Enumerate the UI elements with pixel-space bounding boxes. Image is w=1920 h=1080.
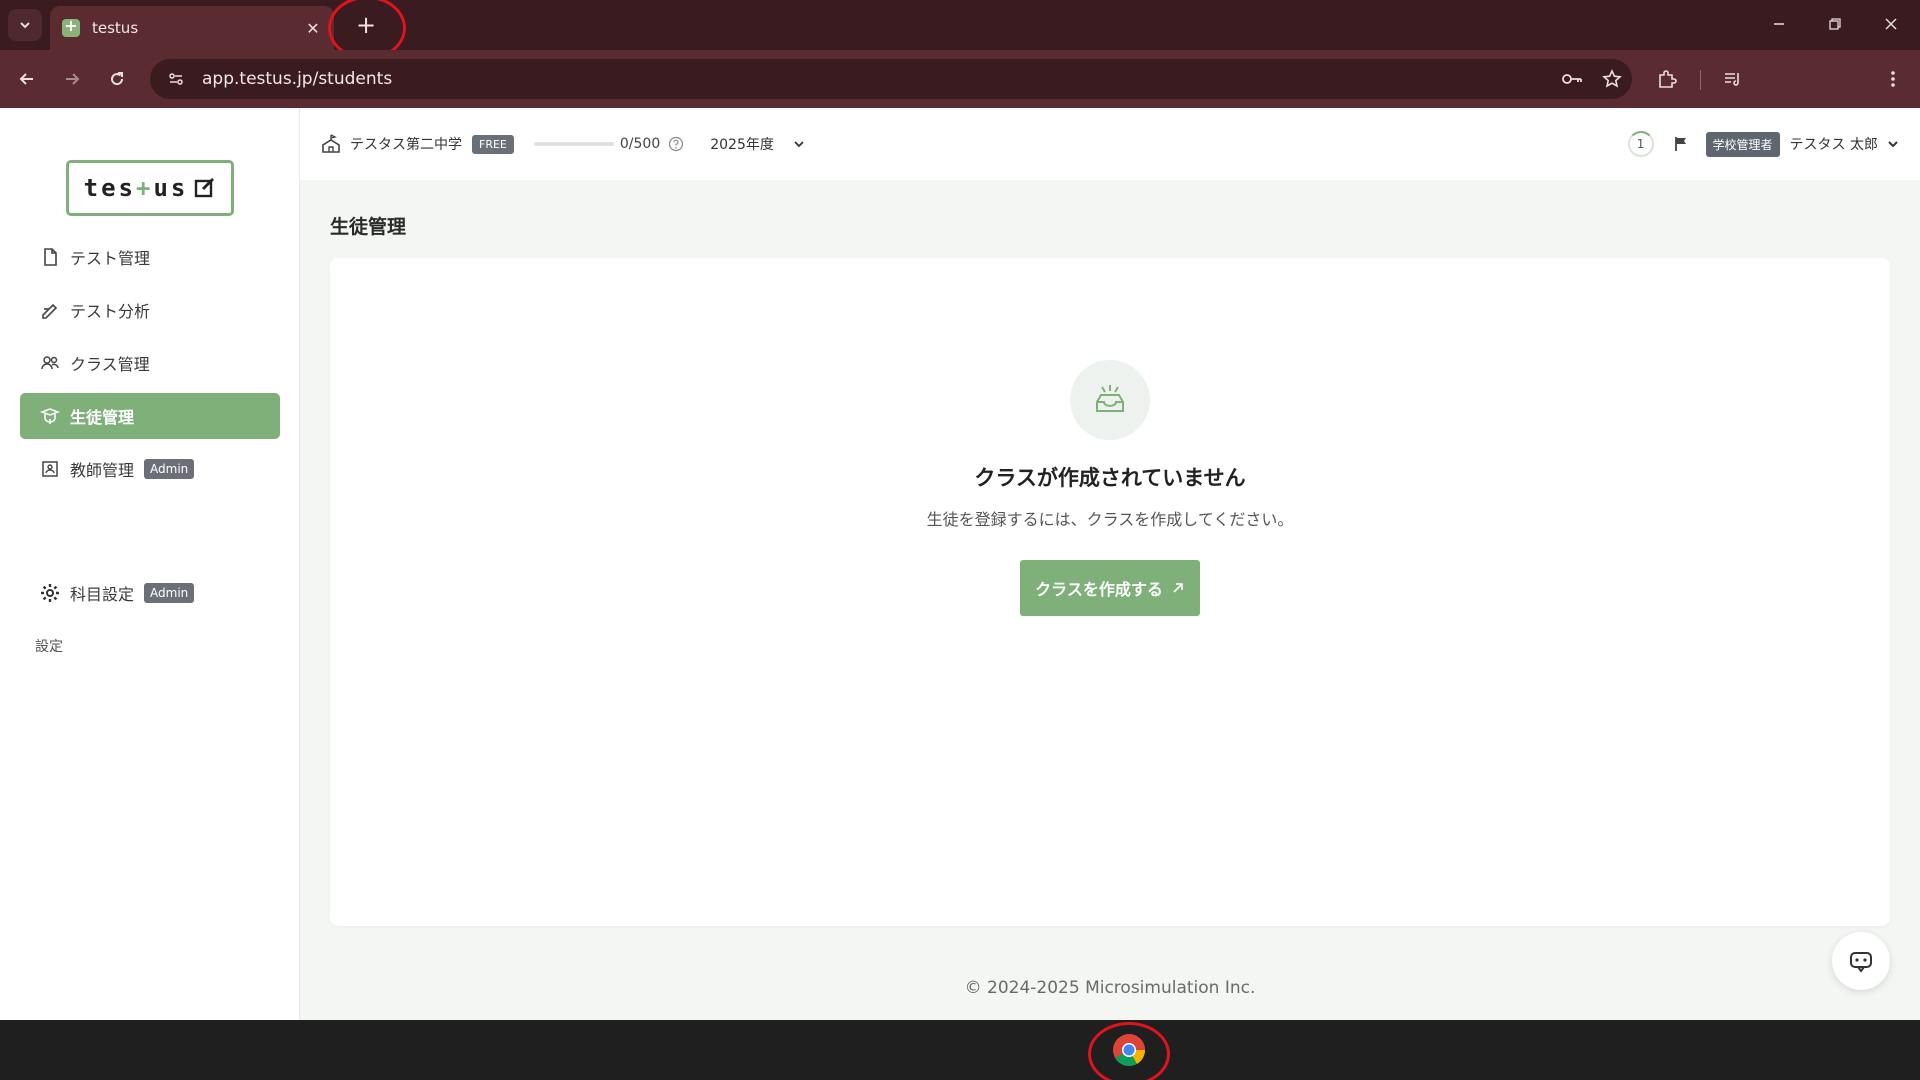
- teacher-icon: [42, 461, 58, 477]
- arrow-right-icon: [66, 73, 80, 85]
- playlist-icon: [1725, 73, 1739, 86]
- arrow-left-icon: [19, 73, 33, 85]
- help-icon[interactable]: [668, 136, 684, 152]
- browser-menu-button[interactable]: [1874, 63, 1912, 95]
- sidebar-item-label: クラス管理: [70, 355, 150, 374]
- edit-icon: [195, 178, 215, 198]
- empty-inbox-icon: [1096, 385, 1124, 412]
- admin-badge: Admin: [144, 459, 195, 479]
- back-button[interactable]: [10, 63, 44, 95]
- tab-search-button[interactable]: [8, 9, 42, 41]
- extensions-button[interactable]: [1648, 63, 1686, 95]
- annotation-circle-chrome: [1088, 1022, 1170, 1080]
- address-bar[interactable]: app.testus.jp/students: [150, 59, 1632, 99]
- logo-text-plus: +: [136, 174, 154, 202]
- admin-badge: Admin: [144, 583, 195, 603]
- student-icon: [40, 408, 60, 424]
- sidebar: tes+us テスト管理 テスト分析 クラス管理 生徒管理 教師管理 Admin…: [0, 108, 300, 1020]
- more-vertical-icon: [1891, 71, 1895, 87]
- restore-icon: [1829, 18, 1841, 30]
- notification-count: 1: [1636, 137, 1645, 151]
- close-window-button[interactable]: [1864, 8, 1918, 40]
- school-name: テスタス第二中学: [350, 137, 462, 153]
- user-name[interactable]: テスタス 太郎: [1790, 134, 1878, 154]
- tab-close-icon[interactable]: ✕: [304, 19, 322, 38]
- sidebar-item-test-analysis[interactable]: テスト分析: [20, 287, 280, 333]
- settings-section-label: 設定: [35, 639, 63, 655]
- group-icon: [41, 356, 59, 370]
- flag-icon[interactable]: [1672, 135, 1690, 153]
- testus-favicon-icon: [62, 16, 80, 37]
- role-badge: 学校管理者: [1705, 131, 1780, 157]
- create-class-button[interactable]: クラスを作成する: [1020, 560, 1200, 616]
- empty-state-icon-circle: [1070, 360, 1150, 440]
- sidebar-item-class-management[interactable]: クラス管理: [20, 340, 280, 386]
- browser-toolbar: app.testus.jp/students: [0, 50, 1920, 108]
- logo-text-part2: us: [153, 174, 189, 202]
- forward-button[interactable]: [55, 63, 89, 95]
- browser-tab-bar: testus ✕ +: [0, 0, 1920, 60]
- reload-icon: [111, 72, 124, 86]
- logo-text: tes+us: [84, 174, 189, 202]
- year-select[interactable]: 2025年度: [710, 134, 806, 154]
- external-arrow-icon: [1173, 583, 1183, 593]
- sidebar-item-test-management[interactable]: テスト管理: [20, 234, 280, 280]
- sidebar-item-label: 科目設定: [70, 585, 135, 604]
- empty-state-title: クラスが作成されていません: [974, 466, 1246, 490]
- sidebar-item-label: 生徒管理: [70, 408, 135, 427]
- tab-title: testus: [92, 19, 139, 37]
- os-taskbar: [0, 1020, 1920, 1080]
- restore-button[interactable]: [1808, 8, 1862, 40]
- empty-state-card: クラスが作成されていません 生徒を登録するには、クラスを作成してください。 クラ…: [330, 258, 1890, 926]
- usage-count: 0/500: [619, 136, 661, 152]
- sidebar-item-subject-settings[interactable]: 科目設定 Admin: [20, 570, 280, 616]
- chevron-down-icon[interactable]: [1886, 137, 1900, 151]
- bookmark-star-icon[interactable]: [1592, 63, 1632, 95]
- chat-bot-icon: [1850, 952, 1872, 973]
- chevron-down-icon: [794, 141, 804, 148]
- sidebar-item-label: テスト管理: [70, 249, 151, 268]
- chat-support-button[interactable]: [1832, 932, 1890, 990]
- logo-text-part1: tes: [83, 174, 136, 202]
- app-header: テスタス第二中学 FREE 0/500 2025年度 1 学校管理者 テスタス …: [300, 108, 1920, 180]
- empty-state-description: 生徒を登録するには、クラスを作成してください。: [926, 510, 1294, 529]
- document-icon: [44, 248, 57, 266]
- sidebar-item-teacher-management[interactable]: 教師管理 Admin: [20, 446, 280, 492]
- header-user-area: 1 学校管理者 テスタス 太郎: [1627, 108, 1900, 180]
- usage-progress-bar: [533, 142, 614, 146]
- year-select-value: 2025年度: [710, 137, 774, 153]
- browser-tab-active[interactable]: testus ✕: [50, 6, 334, 50]
- close-icon: [1885, 18, 1897, 30]
- create-class-button-label: クラスを作成する: [1035, 580, 1163, 599]
- sidebar-item-label: 教師管理: [70, 461, 135, 480]
- toolbar-divider: [1700, 70, 1701, 90]
- plan-badge: FREE: [472, 134, 514, 154]
- puzzle-icon: [1659, 70, 1677, 88]
- media-control-button[interactable]: [1714, 63, 1752, 95]
- url-text: app.testus.jp/students: [202, 69, 393, 89]
- gear-icon: [41, 584, 59, 602]
- reload-button[interactable]: [100, 63, 134, 95]
- minimize-button[interactable]: [1752, 8, 1806, 40]
- pen-analysis-icon: [42, 303, 58, 319]
- notification-indicator[interactable]: 1: [1627, 131, 1654, 157]
- password-key-icon[interactable]: [1552, 63, 1592, 95]
- school-icon: [322, 134, 340, 153]
- minimize-icon: [1774, 23, 1784, 25]
- sidebar-item-student-management[interactable]: 生徒管理: [20, 393, 280, 439]
- chevron-down-icon: [20, 22, 30, 29]
- site-settings-icon[interactable]: [156, 63, 196, 95]
- footer-copyright: © 2024-2025 Microsimulation Inc.: [964, 978, 1256, 998]
- sidebar-item-label: テスト分析: [70, 302, 151, 321]
- page-title: 生徒管理: [330, 216, 407, 238]
- testus-logo[interactable]: tes+us: [66, 160, 234, 216]
